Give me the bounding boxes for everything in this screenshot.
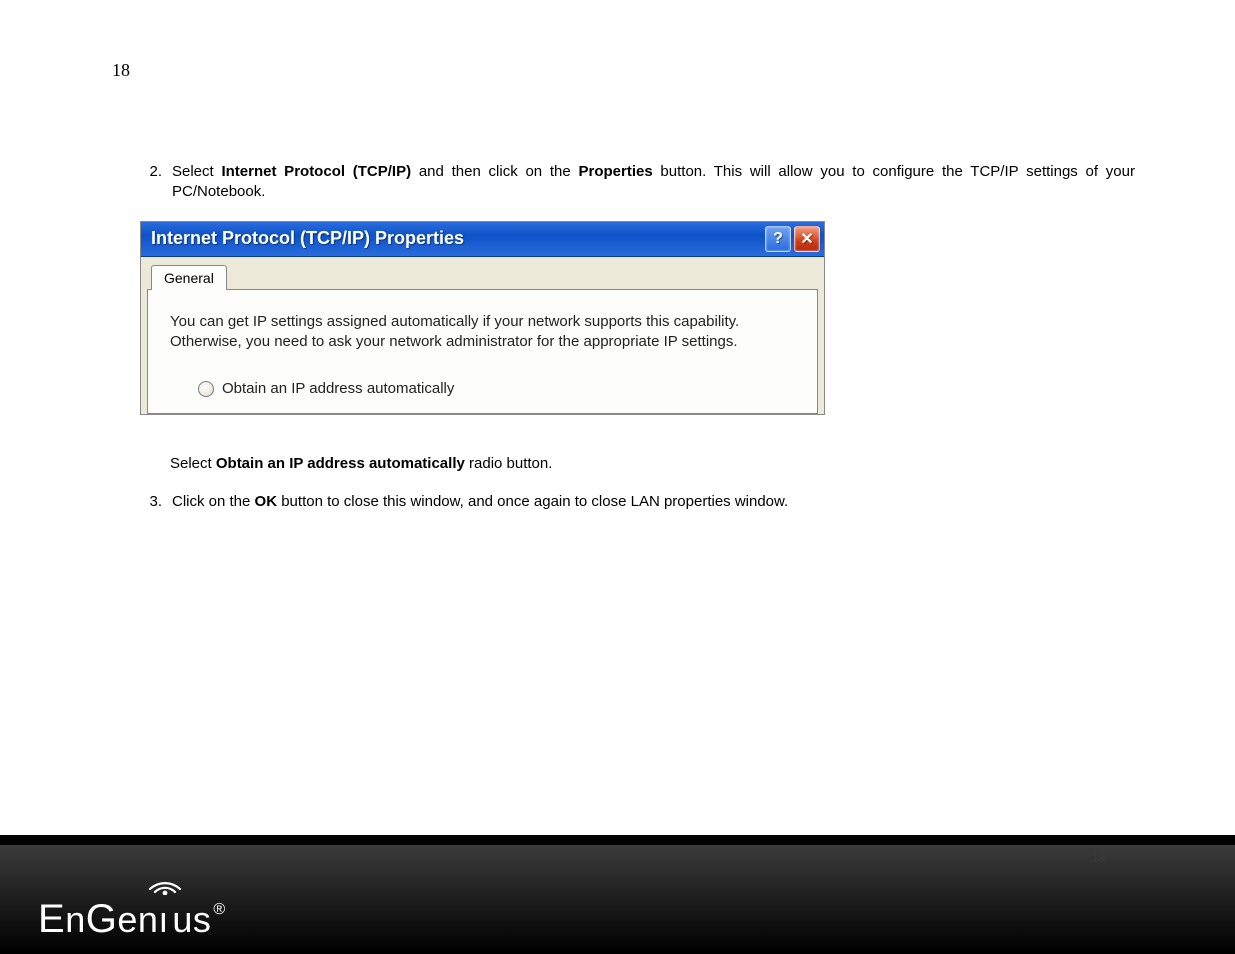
t: Select [172, 163, 221, 180]
help-button[interactable]: ? [765, 226, 791, 252]
radio-icon[interactable] [198, 381, 214, 397]
page-number-footer: 18 [1092, 851, 1105, 865]
step-3: 3. Click on the OK button to close this … [140, 492, 1135, 512]
t-bold: Obtain an IP address automatically [216, 455, 465, 472]
close-icon: ✕ [800, 229, 813, 249]
engenius-logo: EnGen ı us® [38, 897, 226, 942]
dialog-description: You can get IP settings assigned automat… [170, 312, 795, 353]
dialog-title: Internet Protocol (TCP/IP) Properties [151, 228, 762, 249]
radio-obtain-auto[interactable]: Obtain an IP address automatically [198, 380, 795, 397]
t: Select [170, 455, 216, 472]
wifi-icon [146, 869, 184, 895]
t: radio button. [465, 455, 553, 472]
step-2-text: Select Internet Protocol (TCP/IP) and th… [172, 162, 1135, 203]
page-number-top: 18 [112, 60, 130, 81]
t-bold1: Internet Protocol (TCP/IP) [221, 163, 411, 180]
t: and then click on the [411, 163, 578, 180]
step-select-text: Select Obtain an IP address automaticall… [170, 455, 1135, 472]
step-3-text: Click on the OK button to close this win… [172, 492, 1135, 512]
tcpip-properties-dialog: Internet Protocol (TCP/IP) Properties ? … [140, 221, 825, 416]
t-bold: OK [255, 493, 278, 510]
close-button[interactable]: ✕ [794, 226, 820, 252]
step-2-number: 2. [140, 162, 162, 203]
tab-strip: General [147, 263, 818, 289]
step-2: 2. Select Internet Protocol (TCP/IP) and… [140, 162, 1135, 203]
t: button to close this window, and once ag… [277, 493, 788, 510]
tab-general[interactable]: General [151, 265, 227, 290]
dialog-titlebar[interactable]: Internet Protocol (TCP/IP) Properties ? … [141, 222, 824, 257]
question-icon: ? [773, 230, 783, 248]
radio-label: Obtain an IP address automatically [222, 380, 454, 397]
t-bold2: Properties [578, 163, 652, 180]
page-footer: 18 EnGen ı us® [0, 835, 1235, 954]
dialog-panel: You can get IP settings assigned automat… [147, 289, 818, 415]
t: Click on the [172, 493, 255, 510]
step-3-number: 3. [140, 492, 162, 512]
